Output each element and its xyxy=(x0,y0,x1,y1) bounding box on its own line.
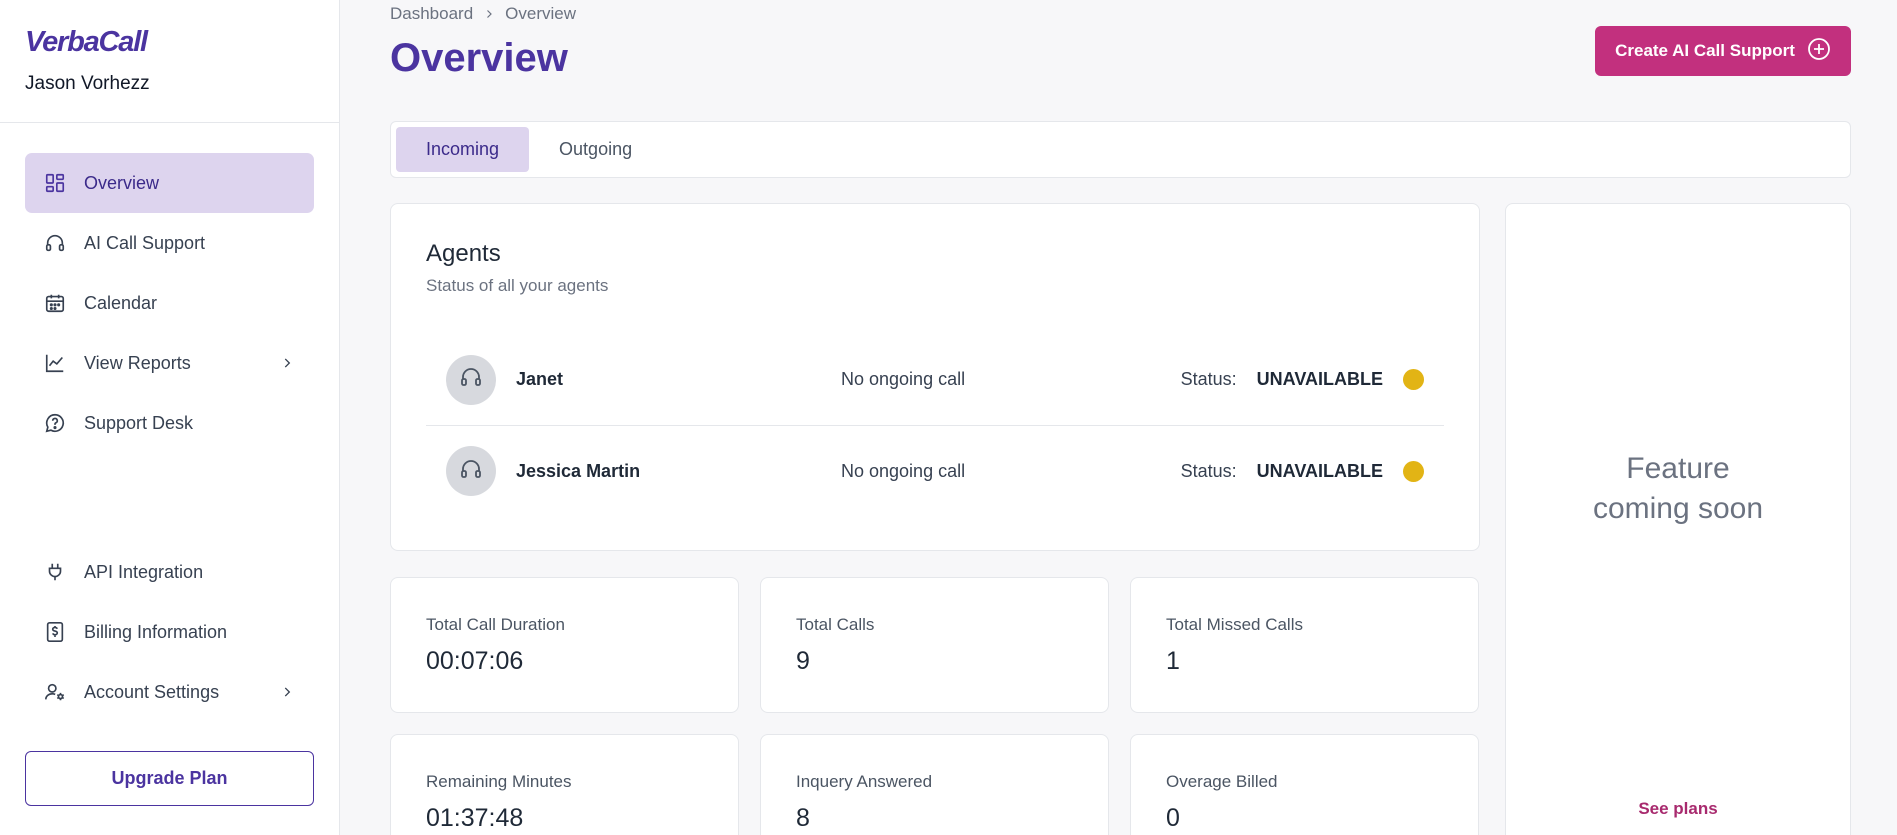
stat-label: Overage Billed xyxy=(1166,772,1278,791)
user-settings-icon xyxy=(43,680,67,704)
agent-list: Janet No ongoing call Status: UNAVAILABL… xyxy=(426,334,1444,516)
sidebar-item-label: View Reports xyxy=(84,352,191,373)
status-indicator-dot xyxy=(1403,460,1424,482)
feature-coming-soon-card: Feature coming soon See plans xyxy=(1505,203,1851,835)
stat-label: Total Call Duration xyxy=(426,615,565,634)
agents-title: Agents xyxy=(426,240,501,267)
create-button-label: Create AI Call Support xyxy=(1615,41,1795,60)
sidebar-header: VerbaCall Jason Vorhezz xyxy=(0,0,339,123)
stat-card-total-calls: Total Calls 9 xyxy=(760,577,1109,713)
main-content: Dashboard Overview Overview Create AI Ca… xyxy=(340,0,1897,835)
sidebar-item-label: Support Desk xyxy=(84,412,194,433)
agent-row[interactable]: Jessica Martin No ongoing call Status: U… xyxy=(426,425,1444,516)
sidebar-bottom-nav: API Integration Billing Information Acco… xyxy=(25,542,314,722)
stat-value: 0 xyxy=(1166,804,1180,832)
stat-card-overage-billed: Overage Billed 0 xyxy=(1130,734,1479,835)
stat-card-remaining-minutes: Remaining Minutes 01:37:48 xyxy=(390,734,739,835)
agents-card: Agents Status of all your agents Janet N… xyxy=(390,203,1480,551)
stat-card-total-missed-calls: Total Missed Calls 1 xyxy=(1130,577,1479,713)
sidebar-item-label: Overview xyxy=(84,172,160,193)
sidebar: VerbaCall Jason Vorhezz Overview AI Call… xyxy=(0,0,340,835)
sidebar-item-ai-call-support[interactable]: AI Call Support xyxy=(25,213,314,273)
stat-card-inquery-answered: Inquery Answered 8 xyxy=(760,734,1109,835)
tab-outgoing[interactable]: Outgoing xyxy=(529,127,662,172)
status-badge: UNAVAILABLE xyxy=(1256,369,1383,389)
calendar-icon xyxy=(43,291,67,315)
status-indicator-dot xyxy=(1403,369,1424,390)
dashboard-icon xyxy=(43,171,67,195)
status-badge: UNAVAILABLE xyxy=(1256,460,1383,481)
avatar xyxy=(446,446,496,496)
sidebar-item-label: Account Settings xyxy=(84,681,220,702)
help-bubble-icon xyxy=(43,411,67,435)
headset-icon xyxy=(43,231,67,255)
agent-call-status: No ongoing call xyxy=(841,369,966,389)
sidebar-item-overview[interactable]: Overview xyxy=(25,153,314,213)
chevron-right-icon xyxy=(278,683,296,701)
sidebar-item-billing-information[interactable]: Billing Information xyxy=(25,602,314,662)
stat-label: Total Missed Calls xyxy=(1166,615,1303,634)
plug-icon xyxy=(43,560,67,584)
app: VerbaCall Jason Vorhezz Overview AI Call… xyxy=(0,0,1897,835)
breadcrumb: Dashboard Overview xyxy=(390,4,576,24)
status-label: Status: xyxy=(1180,460,1237,481)
sidebar-item-label: AI Call Support xyxy=(84,232,206,253)
agent-row[interactable]: Janet No ongoing call Status: UNAVAILABL… xyxy=(426,334,1444,425)
feature-coming-soon-text: Feature coming soon xyxy=(1592,452,1764,525)
sidebar-item-account-settings[interactable]: Account Settings xyxy=(25,662,314,722)
avatar xyxy=(446,354,496,405)
stat-value: 00:07:06 xyxy=(426,647,524,675)
sidebar-item-support-desk[interactable]: Support Desk xyxy=(25,393,314,453)
agent-name: Jessica Martin xyxy=(516,460,641,481)
see-plans-link[interactable]: See plans xyxy=(1506,799,1850,819)
sidebar-item-calendar[interactable]: Calendar xyxy=(25,273,314,333)
agents-subtitle: Status of all your agents xyxy=(426,276,609,295)
sidebar-item-label: Billing Information xyxy=(84,621,228,642)
tab-incoming[interactable]: Incoming xyxy=(396,127,530,172)
user-name: Jason Vorhezz xyxy=(25,73,150,94)
chevron-right-icon xyxy=(278,354,296,372)
stat-value: 01:37:48 xyxy=(426,804,524,832)
breadcrumb-item-dashboard[interactable]: Dashboard xyxy=(390,4,473,24)
stat-value: 8 xyxy=(796,804,810,832)
stat-value: 1 xyxy=(1166,647,1180,675)
upgrade-plan-button[interactable]: Upgrade Plan xyxy=(25,751,314,806)
brand-logo[interactable]: VerbaCall xyxy=(25,26,339,59)
sidebar-item-label: API Integration xyxy=(84,561,204,582)
agent-name: Janet xyxy=(516,369,564,389)
sidebar-nav: Overview AI Call Support Calendar View R… xyxy=(0,123,339,453)
sidebar-item-label: Calendar xyxy=(84,292,158,313)
chevron-right-icon xyxy=(483,8,495,20)
status-label: Status: xyxy=(1180,369,1237,389)
agent-call-status: No ongoing call xyxy=(841,460,966,481)
sidebar-item-view-reports[interactable]: View Reports xyxy=(25,333,314,393)
stat-label: Total Calls xyxy=(796,615,875,634)
page-title: Overview xyxy=(390,36,568,80)
billing-icon xyxy=(43,620,67,644)
stat-label: Remaining Minutes xyxy=(426,772,572,791)
plus-circle-icon xyxy=(1807,37,1831,66)
chart-line-icon xyxy=(43,351,67,375)
stat-card-total-call-duration: Total Call Duration 00:07:06 xyxy=(390,577,739,713)
stat-value: 9 xyxy=(796,647,810,675)
breadcrumb-item-overview: Overview xyxy=(505,4,577,23)
create-ai-call-support-button[interactable]: Create AI Call Support xyxy=(1595,26,1851,76)
headset-icon xyxy=(459,365,483,394)
call-direction-tabs: Incoming Outgoing xyxy=(390,121,1851,178)
sidebar-item-api-integration[interactable]: API Integration xyxy=(25,542,314,602)
stat-label: Inquery Answered xyxy=(796,772,933,791)
headset-icon xyxy=(459,457,483,486)
